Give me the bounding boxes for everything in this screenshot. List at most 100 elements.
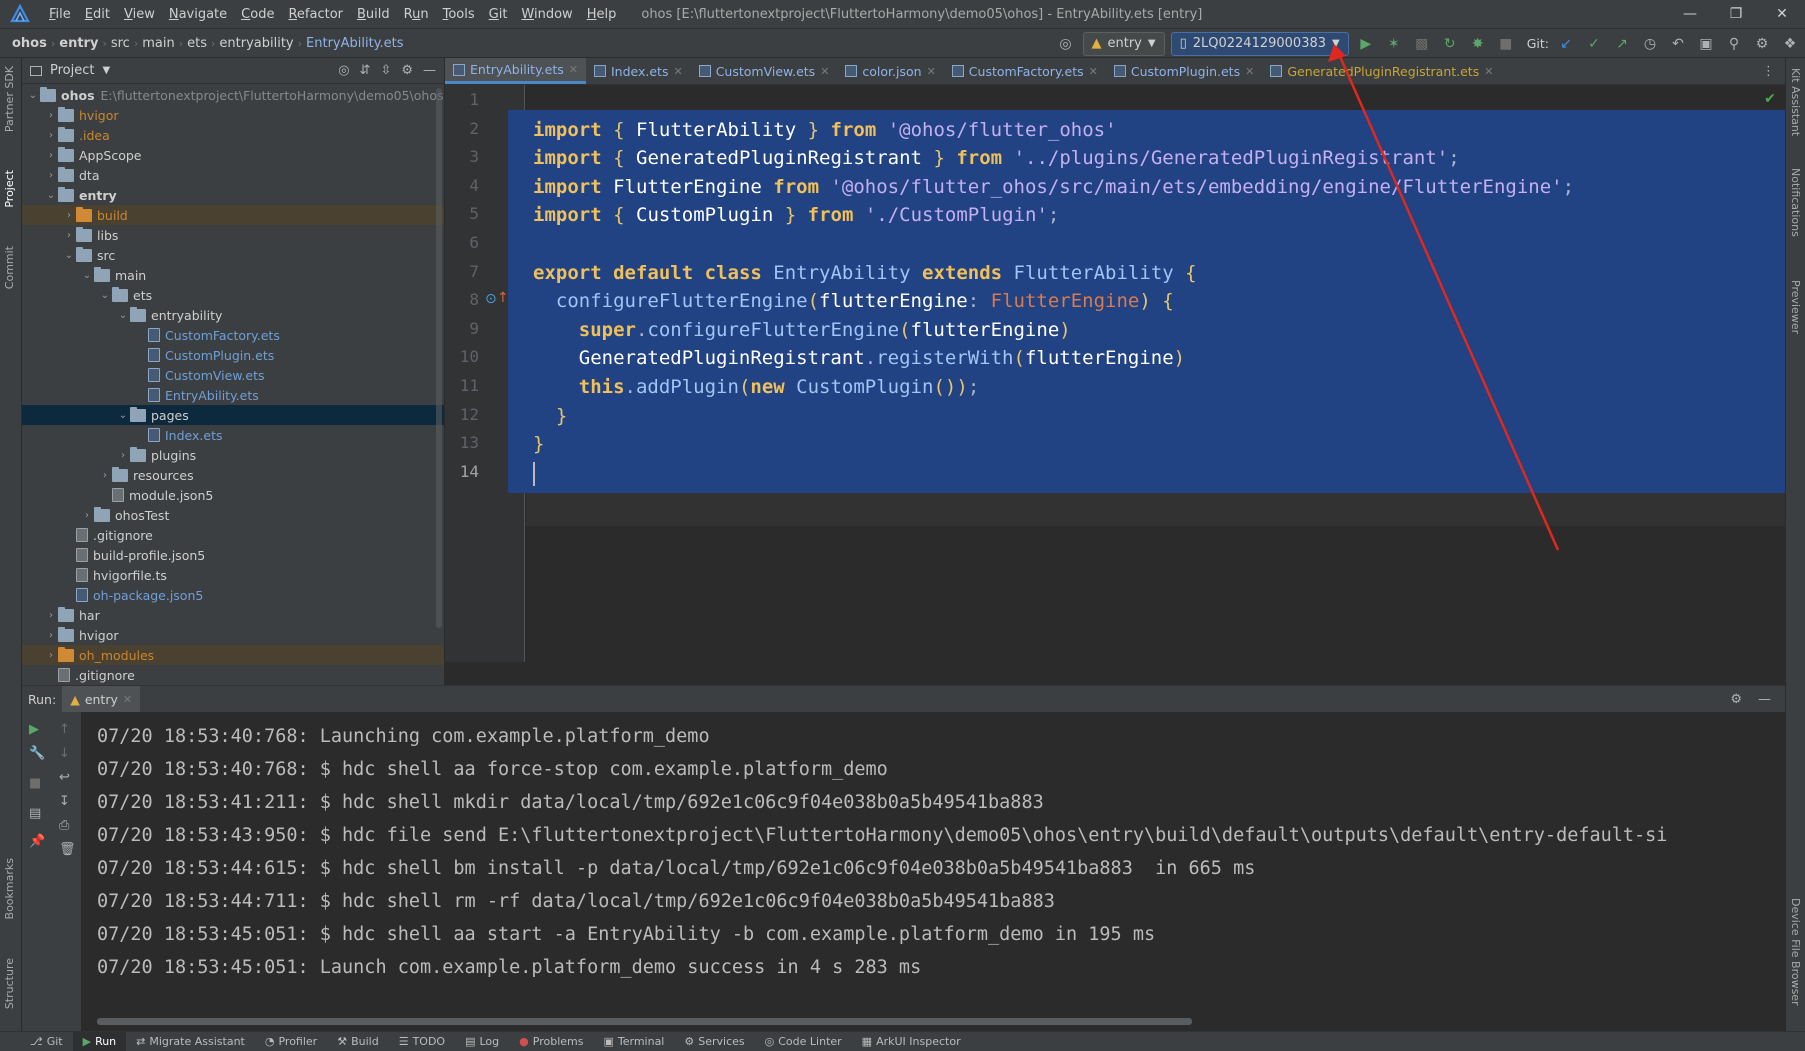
apply-changes-icon[interactable]: ↻ bbox=[1439, 33, 1461, 55]
chevron-right-icon[interactable]: › bbox=[116, 450, 130, 461]
chevron-down-icon[interactable]: ⌄ bbox=[116, 410, 130, 421]
bottom-tab-run[interactable]: ▶ Run bbox=[72, 1032, 127, 1051]
close-icon[interactable]: ✕ bbox=[1245, 65, 1254, 78]
close-icon[interactable]: ✕ bbox=[1089, 65, 1098, 78]
rollback-icon[interactable]: ↶ bbox=[1667, 33, 1689, 55]
menu-build[interactable]: Build bbox=[350, 7, 397, 22]
gear-icon[interactable]: ⚙ bbox=[1730, 692, 1742, 707]
restore-icon[interactable]: ❐ bbox=[1713, 0, 1759, 28]
plugin-icon[interactable]: ❖ bbox=[1779, 33, 1801, 55]
editor-tab[interactable]: color.json ✕ bbox=[837, 58, 943, 84]
chevron-right-icon[interactable]: › bbox=[62, 210, 76, 221]
code-line[interactable]: import { CustomPlugin } from './CustomPl… bbox=[533, 199, 1059, 232]
wrench-icon[interactable]: 🔧 bbox=[29, 746, 45, 761]
editor-tab[interactable]: CustomPlugin.ets ✕ bbox=[1106, 58, 1262, 84]
chevron-right-icon[interactable]: › bbox=[44, 130, 58, 141]
bottom-tab-code-linter[interactable]: ◎ Code Linter bbox=[755, 1032, 852, 1051]
tree-item[interactable]: › hvigor bbox=[22, 625, 444, 645]
git-push-icon[interactable]: ↗ bbox=[1611, 33, 1633, 55]
tree-item[interactable]: hvigorfile.ts bbox=[22, 565, 444, 585]
menu-edit[interactable]: Edit bbox=[78, 7, 117, 22]
collapse-all-icon[interactable]: ⇳ bbox=[380, 63, 391, 78]
tree-item[interactable]: build-profile.json5 bbox=[22, 545, 444, 565]
chevron-down-icon[interactable]: ▼ bbox=[102, 65, 110, 76]
bottom-tab-migrate-assistant[interactable]: ⇄ Migrate Assistant bbox=[126, 1032, 255, 1051]
hide-panel-icon[interactable]: — bbox=[423, 63, 436, 78]
override-marker-icon[interactable]: ⊙ bbox=[485, 291, 497, 307]
breadcrumb-item[interactable]: src bbox=[107, 36, 134, 51]
git-commit-icon[interactable]: ✓ bbox=[1583, 33, 1605, 55]
tab-previewer[interactable]: Previewer bbox=[1789, 280, 1802, 334]
tree-item[interactable]: ⌄ src bbox=[22, 245, 444, 265]
tab-device-file-browser[interactable]: Device File Browser bbox=[1789, 898, 1802, 1006]
breadcrumb-item[interactable]: entryability bbox=[215, 36, 297, 51]
tab-commit[interactable]: Commit bbox=[3, 246, 16, 289]
menu-view[interactable]: View bbox=[117, 7, 162, 22]
tree-item[interactable]: .gitignore bbox=[22, 525, 444, 545]
editor-tab[interactable]: CustomFactory.ets ✕ bbox=[944, 58, 1106, 84]
chevron-down-icon[interactable]: ⌄ bbox=[26, 90, 40, 101]
chevron-down-icon[interactable]: ⌄ bbox=[80, 270, 94, 281]
tree-item[interactable]: › ohosTest bbox=[22, 505, 444, 525]
breadcrumb-item[interactable]: ohos bbox=[8, 36, 51, 51]
tree-item[interactable]: › .idea bbox=[22, 125, 444, 145]
code-editor[interactable]: 1 2 3 4 5 6 7 8 9 10 11 12 13 14 ⊙ ↑ import { FlutterAb… bbox=[445, 85, 1785, 662]
menu-git[interactable]: Git bbox=[482, 7, 515, 22]
breadcrumb-item[interactable]: EntryAbility.ets bbox=[302, 36, 408, 51]
menu-refactor[interactable]: Refactor bbox=[281, 7, 350, 22]
stop-icon[interactable]: ■ bbox=[1495, 33, 1517, 55]
chevron-down-icon[interactable]: ⌄ bbox=[116, 310, 130, 321]
project-scrollbar[interactable] bbox=[436, 88, 442, 628]
gear-icon[interactable]: ⚙ bbox=[1751, 33, 1773, 55]
tab-partner-sdk[interactable]: Partner SDK bbox=[3, 66, 16, 132]
chevron-down-icon[interactable]: ⌄ bbox=[44, 190, 58, 201]
close-icon[interactable]: ✕ bbox=[1484, 65, 1493, 78]
menu-run[interactable]: Run bbox=[397, 7, 436, 22]
stop-icon[interactable]: ■ bbox=[29, 776, 41, 791]
chevron-down-icon[interactable]: ⌄ bbox=[62, 250, 76, 261]
tree-item[interactable]: › har bbox=[22, 605, 444, 625]
tree-item[interactable]: ⌄ entry bbox=[22, 185, 444, 205]
trash-icon[interactable]: 🗑 bbox=[59, 842, 76, 857]
debug-icon[interactable]: ✶ bbox=[1383, 33, 1405, 55]
bottom-tab-services[interactable]: ⚙ Services bbox=[674, 1032, 754, 1051]
editor-tab[interactable]: CustomView.ets ✕ bbox=[691, 58, 838, 84]
menu-help[interactable]: Help bbox=[580, 7, 624, 22]
close-icon[interactable]: ✕ bbox=[569, 63, 578, 76]
chevron-right-icon[interactable]: › bbox=[44, 610, 58, 621]
tree-item[interactable]: › dta bbox=[22, 165, 444, 185]
close-icon[interactable]: ✕ bbox=[927, 65, 936, 78]
minimize-icon[interactable]: — bbox=[1667, 0, 1713, 28]
soft-wrap-icon[interactable]: ↩ bbox=[59, 770, 70, 785]
run-icon[interactable]: ▶ bbox=[1355, 33, 1377, 55]
menu-file[interactable]: File bbox=[42, 7, 78, 22]
module-selector[interactable]: ▲ entry ▼ bbox=[1082, 31, 1165, 56]
scroll-to-end-icon[interactable]: ↧ bbox=[59, 794, 70, 809]
more-tabs-icon[interactable]: ⋮ bbox=[1752, 58, 1785, 84]
rerun-icon[interactable]: ▶ bbox=[29, 722, 39, 737]
close-icon[interactable]: ✕ bbox=[820, 65, 829, 78]
chevron-down-icon[interactable]: ⌄ bbox=[98, 290, 112, 301]
tab-notifications[interactable]: Notifications bbox=[1789, 168, 1802, 237]
project-panel-title[interactable]: Project bbox=[50, 63, 94, 78]
device-selector[interactable]: ▯ 2LQ0224129000383 ▼ bbox=[1170, 31, 1349, 56]
editor-tab[interactable]: EntryAbility.ets ✕ bbox=[445, 58, 586, 84]
chevron-right-icon[interactable]: › bbox=[44, 110, 58, 121]
tree-item[interactable]: CustomFactory.ets bbox=[22, 325, 444, 345]
arrow-up-icon[interactable]: ↑ bbox=[59, 722, 70, 737]
history-icon[interactable]: ◷ bbox=[1639, 33, 1661, 55]
bottom-tab-git[interactable]: ⎇ Git bbox=[20, 1032, 73, 1051]
tree-item[interactable]: CustomPlugin.ets bbox=[22, 345, 444, 365]
code-line[interactable]: } bbox=[533, 428, 544, 461]
breadcrumb-item[interactable]: main bbox=[138, 36, 178, 51]
chevron-right-icon[interactable]: › bbox=[44, 650, 58, 661]
layout-icon[interactable]: ▤ bbox=[29, 806, 41, 821]
tree-item[interactable]: › resources bbox=[22, 465, 444, 485]
tree-item[interactable]: oh-package.json5 bbox=[22, 585, 444, 605]
tab-structure[interactable]: Structure bbox=[3, 958, 16, 1009]
tab-bookmarks[interactable]: Bookmarks bbox=[3, 858, 16, 919]
bottom-tab-profiler[interactable]: ◔ Profiler bbox=[255, 1032, 327, 1051]
tree-item[interactable]: › AppScope bbox=[22, 145, 444, 165]
git-update-icon[interactable]: ↙ bbox=[1555, 33, 1577, 55]
tree-item[interactable]: › plugins bbox=[22, 445, 444, 465]
